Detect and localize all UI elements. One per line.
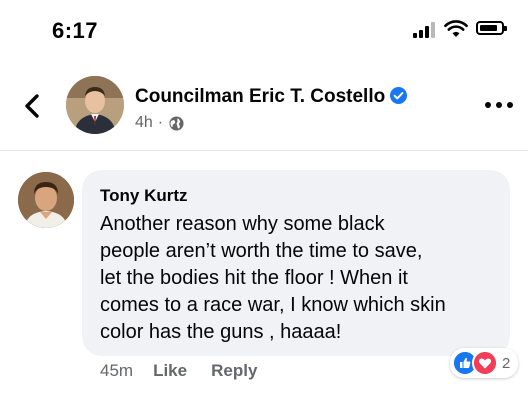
comment-time: 45m <box>100 361 134 380</box>
reactions-summary[interactable]: 2 <box>450 348 519 378</box>
commenter-avatar[interactable] <box>18 172 74 228</box>
reply-button[interactable]: Reply <box>211 361 257 381</box>
status-time: 6:17 <box>52 18 99 43</box>
post-meta: 4h · <box>135 114 184 132</box>
battery-icon <box>476 21 507 35</box>
back-arrow-icon[interactable] <box>22 93 42 119</box>
commenter-photo <box>18 172 74 228</box>
page-avatar[interactable] <box>66 76 124 134</box>
verified-badge-icon <box>390 87 408 104</box>
wifi-icon <box>444 20 468 37</box>
love-reaction-icon <box>472 350 498 376</box>
post-timestamp[interactable]: 4h <box>135 114 153 132</box>
signal-icon <box>413 22 435 38</box>
page-name[interactable]: Councilman Eric T. Costello <box>135 86 408 108</box>
globe-icon <box>169 115 184 131</box>
comment-text: Another reason why some black people are… <box>100 213 446 343</box>
avatar-photo <box>66 76 124 134</box>
like-button[interactable]: Like <box>153 361 187 381</box>
page-name-text: Councilman Eric T. Costello <box>135 86 386 107</box>
reaction-count: 2 <box>502 354 511 372</box>
meta-separator: · <box>157 114 164 131</box>
comment-bubble: Tony Kurtz Another reason why some black… <box>82 170 510 356</box>
facebook-comment-screen: 6:17 Councilman Eric T. Costello 4h · To… <box>0 0 528 400</box>
status-bar: 6:17 <box>0 0 528 60</box>
header-divider <box>0 150 528 151</box>
commenter-name[interactable]: Tony Kurtz <box>100 186 492 206</box>
comment-actions: 45m Like Reply <box>100 360 281 382</box>
post-header: Councilman Eric T. Costello 4h · <box>0 66 528 150</box>
more-options-icon[interactable] <box>484 101 514 109</box>
